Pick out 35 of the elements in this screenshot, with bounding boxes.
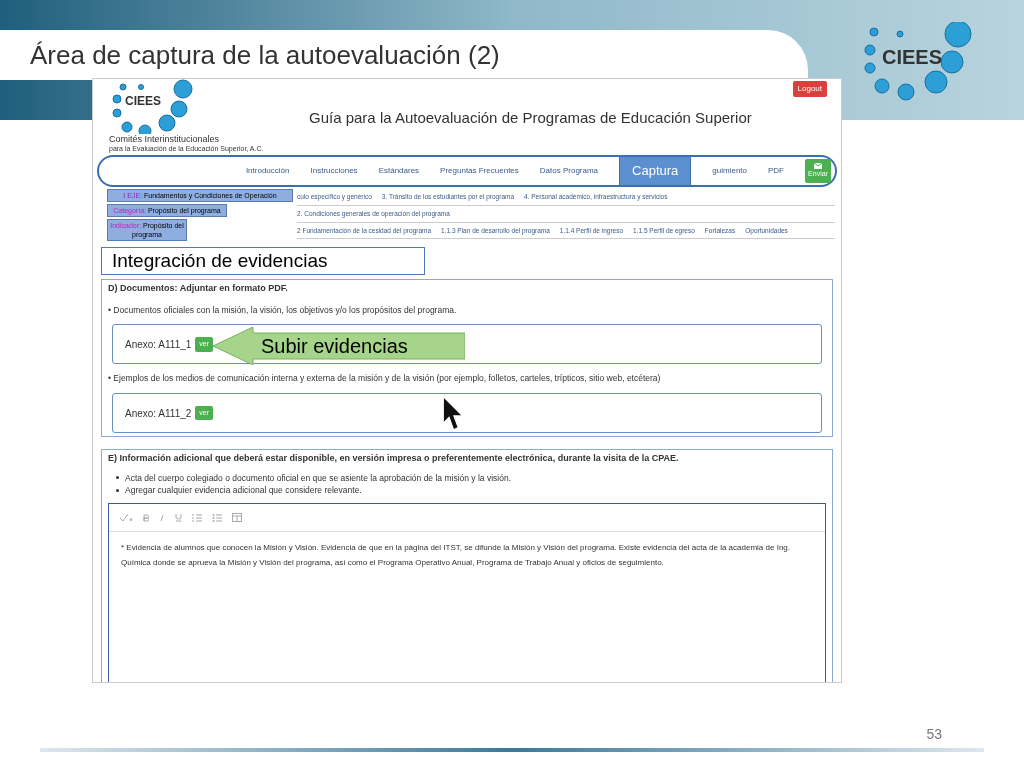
bullet-text: Acta del cuerpo colegiado o documento oficial en que se asiente la aprobación de la misión y la visión. <box>125 471 512 485</box>
text-editor[interactable] <box>108 503 826 682</box>
mail-icon <box>814 162 822 169</box>
logout-button[interactable]: Logout <box>792 81 827 97</box>
slide-title: Área de captura de la autoevaluación (2) <box>30 38 500 72</box>
bullet-text: Agregar cualquier evidencia adicional que considere relevante. <box>125 484 362 497</box>
nav-tab[interactable]: PDF <box>768 165 784 177</box>
cursor-icon <box>443 397 463 431</box>
site-title: Guía para la Autoevaluación de Programas de Educación Superior <box>309 108 752 128</box>
logo-text: CIEES <box>882 45 943 70</box>
slide-number: 53 <box>926 725 942 744</box>
nav-tab[interactable]: guimiento <box>712 165 747 177</box>
section-title: Integración de evidencias <box>101 247 425 275</box>
bullet-list-icon[interactable] <box>212 512 222 523</box>
document-description: • Documentos oficiales con la misión, la visión, los objetivos y/o los propósitos del programa. <box>107 303 458 317</box>
nav-tab[interactable]: Datos Programa <box>539 165 599 177</box>
nav-tab[interactable]: Estándares <box>378 165 420 177</box>
documents-heading: D) Documentos: Adjuntar en formato PDF. <box>107 282 289 295</box>
document-description: • Ejemplos de los medios de comunicación interna y externa de la misión y de la visión (por ejemplo, folletos, carteles, trípticos, sitio web, etcétera) <box>107 372 662 385</box>
annex-label: Anexo: A111_2 <box>125 406 192 421</box>
numbered-list-icon[interactable] <box>192 512 202 523</box>
nav-tab[interactable]: Preguntas Frecuentes <box>440 165 519 177</box>
italic-icon[interactable] <box>159 513 165 522</box>
nav-tab[interactable]: Introducción <box>245 165 290 177</box>
format-icon[interactable] <box>119 512 133 523</box>
annex-label: Anexo: A111_1 <box>125 337 192 352</box>
additional-heading: E) Información adicional que deberá estar disponible, en versión impresa o preferentemente electrónica, durante la visita de la CPAE. <box>107 452 680 465</box>
editor-text: * Evidencia de alumnos que conocen la Misión y Visión. Evidencia de que en la página del ITST, se difunde la Misión y Visión del programa. Existe evidencia del acta de la academia de Ing. Química donde se aprueva la Misión y Visión del programa, así como el Programa Operativo Anual, Programa de Trabajo Anual y oficios de seguimiento. <box>120 542 791 569</box>
bold-icon[interactable] <box>143 513 149 522</box>
callout-text: Subir evidencias <box>261 334 408 359</box>
nav-tab[interactable]: Instrucciones <box>310 165 358 177</box>
underline-icon[interactable] <box>175 513 182 522</box>
site-logo-text: CIEES <box>125 93 161 110</box>
org-name: Comités Interinstitucionales <box>109 134 220 144</box>
table-icon[interactable] <box>232 513 242 522</box>
